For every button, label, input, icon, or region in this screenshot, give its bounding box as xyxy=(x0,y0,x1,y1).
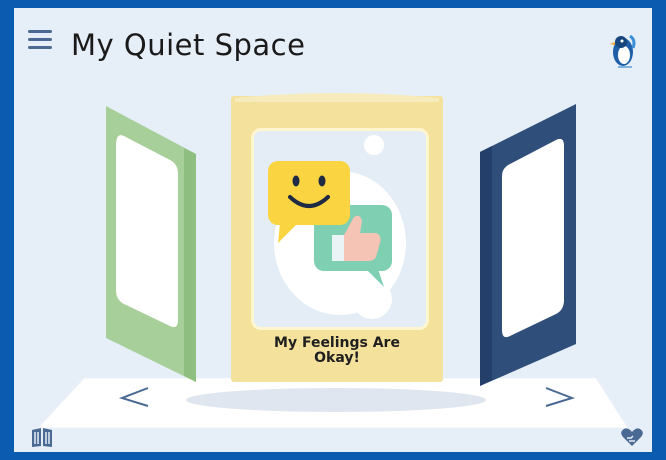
featured-book[interactable]: My Feelings Are Okay! xyxy=(231,93,443,382)
penguin-logo-icon[interactable] xyxy=(608,30,640,72)
book-right[interactable] xyxy=(480,104,576,386)
hamburger-menu-icon[interactable] xyxy=(28,30,52,52)
heart-hands-icon[interactable] xyxy=(620,426,644,448)
book-title-line2: Okay! xyxy=(314,350,360,366)
book-title-line1: My Feelings Are xyxy=(274,335,400,351)
book-illustration xyxy=(251,128,429,330)
chevron-left-icon[interactable] xyxy=(118,386,152,408)
library-book-icon[interactable] xyxy=(30,426,54,448)
book-left[interactable] xyxy=(106,106,196,382)
app-window: My Quiet Space My Feelings Are Okay! xyxy=(14,8,652,452)
book-pages-top xyxy=(235,93,439,102)
page-title: My Quiet Space xyxy=(71,28,306,62)
chevron-right-icon[interactable] xyxy=(542,386,576,408)
book-title: My Feelings Are Okay! xyxy=(241,336,433,366)
